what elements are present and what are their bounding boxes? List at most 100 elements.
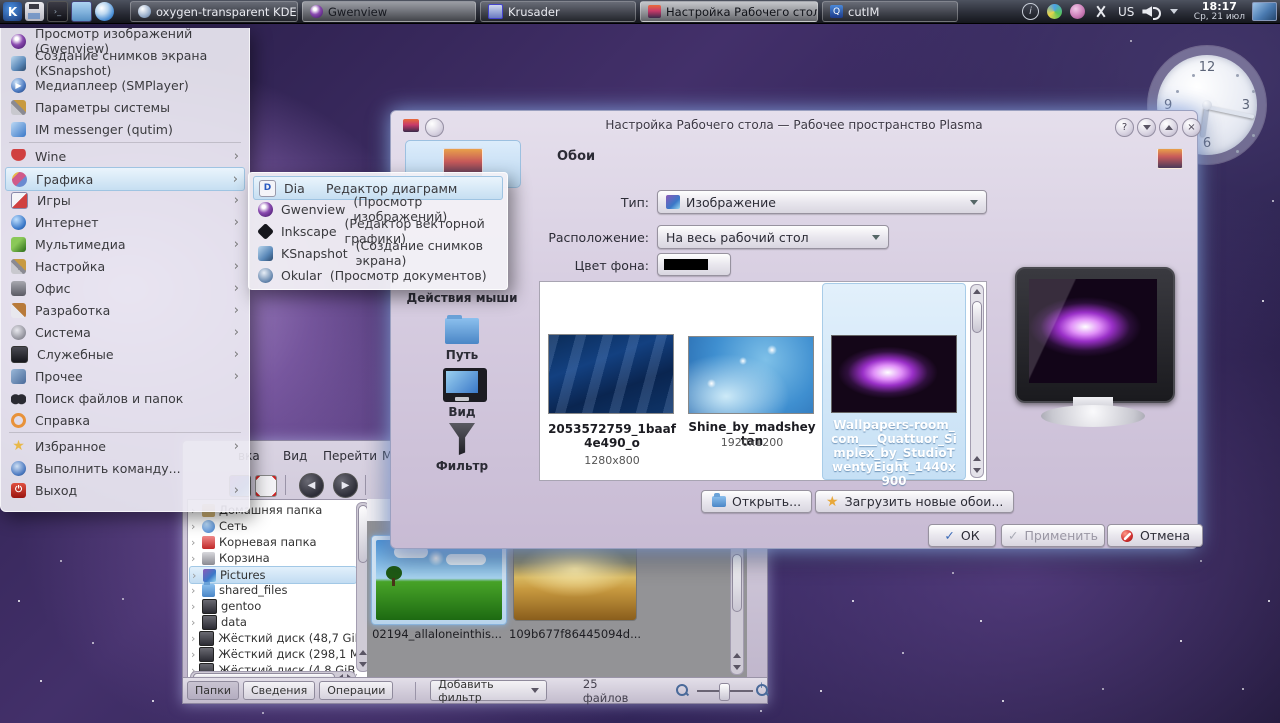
view-monitor-icon[interactable]: [443, 368, 487, 402]
wallpaper-item-2[interactable]: Shine_by_madsheytan 1920x1200: [684, 284, 820, 478]
menu-item-system[interactable]: Система›: [5, 321, 245, 343]
wallpaper-item-1[interactable]: 2053572759_1baaf4e490_o 1280x800: [544, 284, 680, 478]
open-button[interactable]: Открыть...: [701, 490, 812, 513]
menu-item-settings[interactable]: Настройка›: [5, 255, 245, 277]
type-combobox[interactable]: Изображение: [657, 190, 987, 214]
terminal-icon: [11, 346, 28, 363]
menu-item-development[interactable]: Разработка›: [5, 299, 245, 321]
tree-item-shared-files[interactable]: ›shared_files: [189, 582, 357, 598]
previous-button[interactable]: ◀: [299, 473, 324, 498]
menu-item-run-command[interactable]: Выполнить команду...: [5, 457, 245, 479]
tree-item-root[interactable]: ›Корневая папка: [189, 534, 357, 550]
maximize-button[interactable]: [1159, 118, 1178, 137]
hammer-icon: [11, 303, 26, 318]
thumbnail2[interactable]: [513, 537, 637, 621]
toolbar-separator2: [365, 475, 366, 495]
menu-item-find-files[interactable]: Поиск файлов и папок: [5, 387, 245, 409]
tree-item-network[interactable]: ›Сеть: [189, 518, 357, 534]
apply-button[interactable]: ✓ Применить: [1001, 524, 1105, 547]
wallpaper-list-scrollbar[interactable]: [970, 284, 984, 478]
tree-item-data[interactable]: ›data: [189, 614, 357, 630]
tab-folders[interactable]: Папки: [187, 681, 239, 700]
dice-icon: [11, 192, 28, 209]
menu-item-qutim[interactable]: IM messenger (qutim): [5, 118, 245, 140]
messenger-tray-icon[interactable]: [1070, 4, 1085, 19]
close-button[interactable]: ×: [1182, 118, 1201, 137]
menu-item-multimedia[interactable]: Мультимедиа›: [5, 233, 245, 255]
kickoff-menu: Просмотр изображений (Gwenview) Создание…: [0, 28, 250, 512]
help-button[interactable]: ?: [1115, 118, 1134, 137]
volume-tray-icon[interactable]: [1142, 4, 1162, 19]
keyboard-layout-indicator[interactable]: US: [1118, 5, 1134, 19]
menu-item-wine[interactable]: Wine›: [5, 145, 245, 167]
task-oxygen-transparent[interactable]: oxygen-transparent KDE-Lo: [130, 1, 298, 22]
task-gwenview[interactable]: Gwenview: [302, 1, 476, 22]
wallpaper-item-3-selected[interactable]: Wallpapers-room_com___Quattuor_Simplex_b…: [822, 283, 966, 480]
zoom-slider[interactable]: [697, 683, 745, 699]
menu-item-internet[interactable]: Интернет›: [5, 211, 245, 233]
wine-icon: [11, 149, 26, 164]
submenu-item-ksnapshot[interactable]: KSnapshot(Создание снимков экрана): [253, 242, 503, 264]
tab-information[interactable]: Сведения: [243, 681, 315, 700]
dialog-window-icon: [403, 119, 419, 132]
menu-item-help[interactable]: Справка: [5, 409, 245, 431]
menu-item-graphics[interactable]: Графика›: [5, 167, 245, 191]
get-new-wallpapers-button[interactable]: ★ Загрузить новые обои...: [815, 490, 1014, 513]
window-menu-button[interactable]: [425, 118, 444, 137]
sidebar-item-filter[interactable]: Фильтр: [401, 459, 523, 473]
filter-funnel-icon[interactable]: [449, 423, 475, 455]
shade-button[interactable]: [1137, 118, 1156, 137]
tree-item-gentoo[interactable]: ›gentoo: [189, 598, 357, 614]
notifications-tray-icon[interactable]: i: [1022, 3, 1039, 20]
terminal-launcher[interactable]: ›_: [47, 1, 68, 22]
okular-icon: [258, 268, 273, 283]
task-cutim[interactable]: Q cutIM: [822, 1, 958, 22]
tray-expander-icon[interactable]: [1170, 9, 1178, 14]
menu-go[interactable]: Перейти: [323, 449, 377, 463]
tree-item-trash[interactable]: ›Корзина: [189, 550, 357, 566]
tab-operations[interactable]: Операции: [319, 681, 393, 700]
sidebar-item-view[interactable]: Вид: [401, 405, 523, 419]
tree-item-disk2[interactable]: ›Жёсткий диск (298,1 MiB): [189, 646, 357, 662]
ok-button[interactable]: ✓ ОК: [928, 524, 996, 547]
menu-item-other[interactable]: Прочее›: [5, 365, 245, 387]
menu-item-utilities[interactable]: Служебные›: [5, 343, 245, 365]
filebox-launcher[interactable]: [71, 1, 92, 22]
task-desktop-settings[interactable]: Настройка Рабочего стола: [640, 1, 818, 22]
menu-item-ksnapshot[interactable]: Создание снимков экрана (KSnapshot): [5, 52, 245, 74]
menu-item-systemsettings[interactable]: Параметры системы: [5, 96, 245, 118]
position-combobox[interactable]: На весь рабочий стол: [657, 225, 889, 249]
apply-check-icon: ✓: [1008, 528, 1018, 543]
zoom-out-icon[interactable]: −: [676, 684, 687, 697]
menu-item-games[interactable]: Игры›: [5, 189, 245, 211]
cancel-button[interactable]: Отмена: [1107, 524, 1203, 547]
klipper-tray-icon[interactable]: [1093, 4, 1108, 19]
menu-item-office[interactable]: Офис›: [5, 277, 245, 299]
monitor-base: [1041, 405, 1145, 427]
fullscreen-button[interactable]: [255, 475, 277, 497]
sidebar-item-path[interactable]: Путь: [401, 348, 523, 362]
menu-item-leave[interactable]: ⏻Выход›: [5, 479, 245, 501]
inkscape-diamond-icon: [257, 223, 274, 240]
gwenview-eye-icon: [258, 202, 273, 217]
background-color-swatch[interactable]: [657, 253, 731, 276]
path-folder-icon[interactable]: [445, 318, 479, 344]
browser-launcher[interactable]: [95, 2, 114, 21]
updates-tray-icon[interactable]: [1047, 4, 1062, 19]
zoom-in-icon[interactable]: +: [756, 684, 767, 697]
wallpaper3-name: Wallpapers-room_com___Quattuor_Simplex_b…: [830, 418, 958, 488]
menu-view[interactable]: Вид: [283, 449, 307, 463]
submenu-item-okular[interactable]: Okular(Просмотр документов): [253, 264, 503, 286]
kde-menu-button[interactable]: K: [3, 2, 22, 21]
floppy-launcher[interactable]: [25, 2, 44, 21]
next-button[interactable]: ▶: [333, 473, 358, 498]
show-desktop-widget[interactable]: [1252, 2, 1277, 21]
music-note-icon: [11, 237, 26, 252]
add-filter-button[interactable]: Добавить фильтр: [430, 680, 547, 701]
menu-item-favorites[interactable]: ★Избранное›: [5, 435, 245, 457]
digital-clock[interactable]: 18:17 Ср, 21 июл: [1190, 1, 1248, 22]
menu-item-smplayer[interactable]: ▶Медиаплеер (SMPlayer): [5, 74, 245, 96]
tree-item-disk1[interactable]: ›Жёсткий диск (48,7 GiB): [189, 630, 357, 646]
sidebar-item-mouse-actions[interactable]: Действия мыши: [401, 291, 523, 305]
task-krusader[interactable]: Krusader: [480, 1, 636, 22]
